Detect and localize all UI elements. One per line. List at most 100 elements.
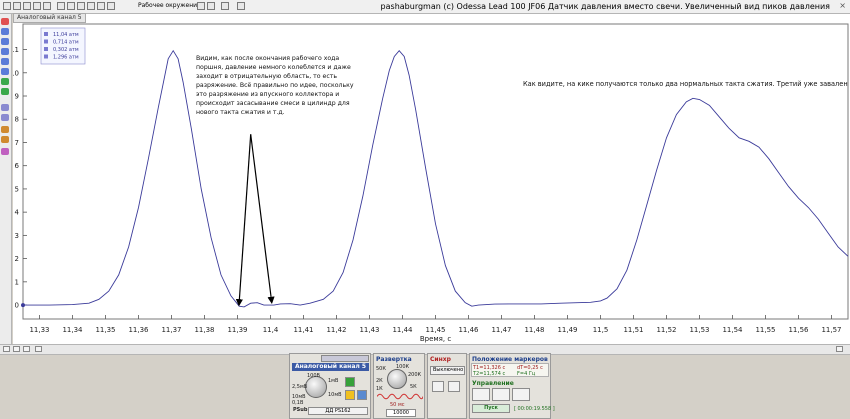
y-tick-label: 7	[15, 139, 19, 147]
legend-swatch	[44, 32, 48, 36]
ruler-icon[interactable]	[1, 136, 9, 143]
zoom-out-icon[interactable]	[1, 28, 9, 35]
range-label: 1мВ	[328, 378, 339, 384]
scroll-zoom-icon[interactable]	[23, 346, 30, 352]
legend-row: 11,04 атм	[53, 32, 79, 38]
y-tick-label: 1	[15, 278, 19, 286]
x-tick-label: 11,53	[689, 326, 709, 334]
x-tick-label: 11,47	[491, 326, 511, 334]
x-tick-label: 11,39	[227, 326, 247, 334]
layout-icon[interactable]	[67, 2, 75, 10]
erase-icon[interactable]	[221, 2, 229, 10]
scroll-left-icon[interactable]	[3, 346, 10, 352]
x-tick-label: 11,55	[755, 326, 775, 334]
markers-title: Положение маркеров	[472, 356, 548, 363]
save-icon[interactable]	[23, 2, 31, 10]
sync-rise-icon[interactable]	[432, 381, 444, 392]
settings-icon[interactable]	[107, 2, 115, 10]
sweep-range: 5К	[410, 384, 417, 390]
channel-icon[interactable]	[1, 104, 9, 111]
copy-icon[interactable]	[77, 2, 85, 10]
y-tick-label: 2	[15, 255, 19, 263]
grid-icon[interactable]	[57, 2, 65, 10]
sweep-range: 50К	[376, 366, 386, 372]
triangle-wave-button[interactable]	[492, 388, 510, 401]
x-tick-label: 11,5	[593, 326, 609, 334]
annotation-right: Как видите, на кике получаются только дв…	[523, 80, 848, 88]
scroll-right-icon[interactable]	[35, 346, 42, 352]
y-tick-label: 3	[15, 232, 19, 240]
measure-icon[interactable]	[1, 126, 9, 133]
cursor-icon[interactable]	[1, 68, 9, 75]
sweep-panel: Развертка 50К 100К 200К 2К 1К 5К 50 мс 1…	[373, 353, 425, 419]
channel-tab[interactable]: Аналоговый канал 5	[13, 13, 86, 23]
zoom-icon[interactable]	[87, 2, 95, 10]
sweep-wave-icon	[377, 393, 423, 400]
sync-fall-icon[interactable]	[448, 381, 460, 392]
title-bar: Рабочее окружение pashaburgman (c) Odess…	[0, 0, 850, 14]
export-icon[interactable]	[43, 2, 51, 10]
pressure-chart: 0 1 2 3 4 5 6 7 8 9 10 11 11,33 11,34 11,35 11,36 11,37 1…	[10, 23, 849, 343]
scroll-reset-icon[interactable]	[13, 346, 20, 352]
pan-icon[interactable]	[1, 38, 9, 45]
sync-mode-select[interactable]: Выключено	[430, 366, 465, 375]
workspace-menu[interactable]: Рабочее окружение	[138, 1, 201, 11]
x-tick-label: 11,36	[128, 326, 149, 334]
sine-wave-button[interactable]	[472, 388, 490, 401]
close-icon[interactable]: ×	[839, 1, 846, 11]
sync-title: Синхр	[430, 356, 451, 363]
new-file-icon[interactable]	[3, 2, 11, 10]
window-icon[interactable]	[237, 2, 245, 10]
legend-swatch	[44, 47, 48, 51]
x-tick-label: 11,56	[788, 326, 809, 334]
sensor-selector[interactable]: ДД PS162	[308, 407, 368, 415]
elapsed-time: [ 00:00:19.558 ]	[514, 406, 555, 412]
down-arrow-icon[interactable]	[1, 88, 9, 95]
y-tick-label: 4	[15, 209, 20, 217]
refresh-icon[interactable]	[197, 2, 205, 10]
legend-swatch	[44, 39, 48, 44]
x-tick-label: 11,37	[161, 326, 181, 334]
channel-settings-button[interactable]	[357, 390, 367, 400]
x-axis-label: Время, с	[420, 335, 451, 343]
x-tick-label: 11,46	[458, 326, 479, 334]
scroll-strip	[0, 344, 850, 355]
fit-icon[interactable]	[1, 48, 9, 55]
y-tick-label: 0	[15, 302, 19, 310]
channel-panel: Аналоговый канал 5 100В 2,5мВ 1мВ 10мВ 1…	[289, 353, 371, 419]
play-channel-button[interactable]	[345, 390, 355, 400]
print-icon[interactable]	[33, 2, 41, 10]
control-title: Управление	[472, 380, 514, 387]
open-icon[interactable]	[13, 2, 21, 10]
marker-freq: F=4 Гц	[517, 371, 536, 377]
scroll-end-icon[interactable]	[836, 346, 843, 352]
series-start-point	[21, 303, 25, 308]
channel-title: Аналоговый канал 5	[292, 363, 369, 371]
plot-area[interactable]: 0 1 2 3 4 5 6 7 8 9 10 11 11,33 11,34 11,35 11,36 11,37 1…	[10, 14, 850, 344]
table-icon[interactable]	[97, 2, 105, 10]
undo-icon[interactable]	[207, 2, 215, 10]
square-wave-button[interactable]	[512, 388, 530, 401]
left-toolbar	[0, 14, 12, 344]
start-button[interactable]: Пуск	[472, 404, 510, 413]
color-icon[interactable]	[1, 148, 9, 155]
window-title: pashaburgman (c) Odessa Lead 100 JF06 Да…	[380, 2, 830, 11]
scale-icon[interactable]	[1, 58, 9, 65]
voltage-knob[interactable]	[305, 376, 327, 398]
x-tick-label: 11,49	[557, 326, 577, 334]
sweep-range: 2К	[376, 378, 383, 384]
channel-selector[interactable]	[321, 355, 369, 362]
zoom-in-icon[interactable]	[1, 18, 9, 25]
enable-channel-button[interactable]	[345, 377, 355, 387]
sync-panel: Синхр Выключено	[427, 353, 467, 419]
annotation-left: Видим, как после окончания рабочего хода…	[196, 54, 354, 116]
marker-icon[interactable]	[1, 114, 9, 121]
range-label: 0,1В	[292, 400, 304, 406]
x-tick-label: 11,57	[821, 326, 841, 334]
x-tick-label: 11,44	[392, 326, 413, 334]
psu-label: PSub	[293, 407, 308, 413]
up-arrow-icon[interactable]	[1, 78, 9, 85]
x-tick-label: 11,52	[656, 326, 676, 334]
sweep-knob[interactable]	[387, 369, 407, 389]
points-input[interactable]: 10000	[386, 409, 416, 417]
